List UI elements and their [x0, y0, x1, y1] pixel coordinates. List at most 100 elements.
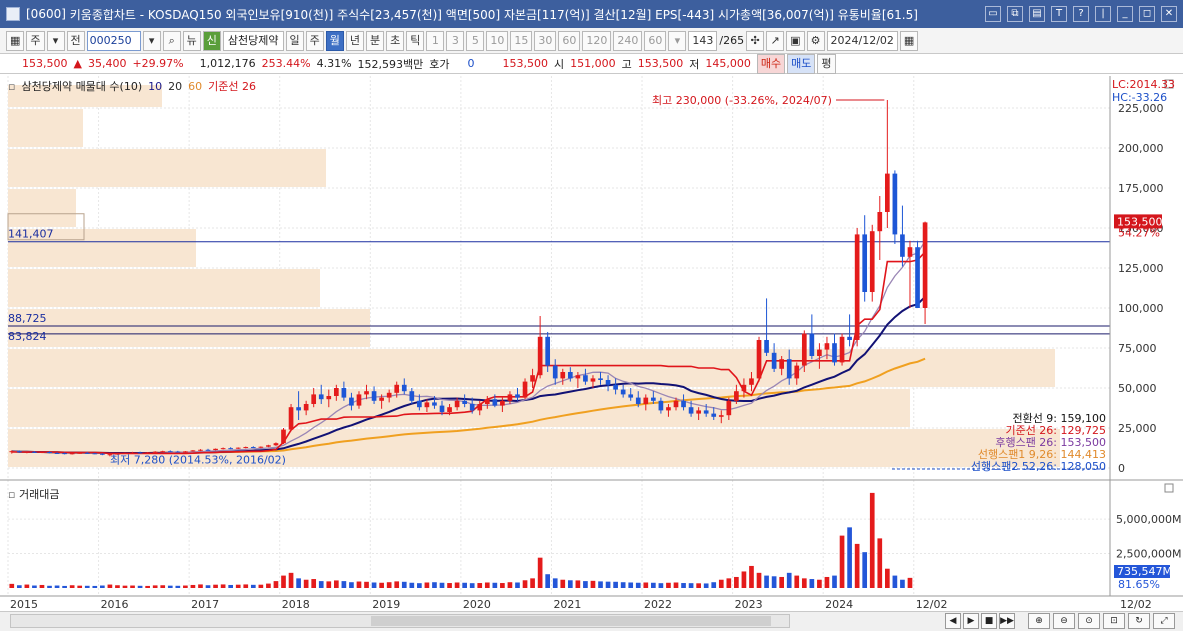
- news-button[interactable]: 뉴: [182, 30, 201, 51]
- minute-60[interactable]: 60: [558, 30, 581, 51]
- legend-ma10[interactable]: 10: [148, 80, 162, 93]
- zoom-out-icon[interactable]: ⊖: [1053, 613, 1075, 629]
- save-icon[interactable]: ▣: [786, 30, 805, 51]
- x-tick-label: 12/02: [916, 598, 948, 611]
- volume-bar: [349, 582, 354, 588]
- volume-bar: [658, 583, 664, 588]
- new-button[interactable]: 신: [202, 30, 221, 51]
- interval-year[interactable]: 년: [345, 30, 365, 51]
- stock-code-input[interactable]: 000250: [86, 30, 141, 51]
- volume-bar: [620, 582, 626, 588]
- candle-body: [386, 392, 392, 398]
- candle-body: [786, 359, 792, 379]
- volume-bar: [356, 581, 362, 588]
- x-tick-label: 12/02: [1120, 598, 1152, 611]
- y-tick-label: 100,000: [1118, 302, 1164, 315]
- fit-icon[interactable]: ⊡: [1103, 613, 1125, 629]
- search-icon[interactable]: ⌕: [162, 30, 181, 51]
- volume-bar: [205, 585, 211, 588]
- eval-button[interactable]: 평: [817, 53, 836, 74]
- candle-body: [567, 372, 573, 379]
- restore-icon[interactable]: ◻: [1139, 6, 1155, 22]
- line-tool-icon[interactable]: ↗: [766, 30, 785, 51]
- copy-window-icon[interactable]: ⧉: [1007, 6, 1023, 22]
- minute-5[interactable]: 5: [466, 30, 485, 51]
- minute-custom-input[interactable]: 60: [644, 30, 667, 51]
- period-dropdown-icon[interactable]: ▾: [46, 30, 65, 51]
- candle-body: [228, 448, 234, 450]
- settings-icon[interactable]: ▤: [1029, 6, 1045, 22]
- volume-bar: [779, 576, 785, 588]
- x-tick-label: 2019: [372, 598, 400, 611]
- scroll-left-icon[interactable]: ◀: [945, 613, 961, 629]
- candle-body: [288, 407, 294, 430]
- minute-30[interactable]: 30: [534, 30, 557, 51]
- candle-body: [922, 222, 928, 308]
- legend-marker-icon: ▫: [8, 79, 16, 93]
- minute-3[interactable]: 3: [446, 30, 465, 51]
- refresh-icon[interactable]: ↻: [1128, 613, 1150, 629]
- legend-ma20[interactable]: 20: [168, 80, 182, 93]
- y-tick-label: 75,000: [1118, 342, 1157, 355]
- calendar-icon[interactable]: ▦: [899, 30, 919, 51]
- minute-120[interactable]: 120: [582, 30, 612, 51]
- code-dropdown-icon[interactable]: ▾: [142, 30, 161, 51]
- volume-bar: [243, 584, 249, 588]
- candle-body: [92, 453, 98, 455]
- minute-dropdown-icon[interactable]: ▾: [668, 30, 687, 51]
- candle-body: [651, 397, 656, 401]
- scroll-thumb[interactable]: [371, 616, 771, 626]
- play-icon[interactable]: ▶: [963, 613, 979, 629]
- candle-body: [296, 407, 301, 411]
- help-icon[interactable]: ?: [1073, 6, 1089, 22]
- volume-bar: [175, 585, 181, 588]
- text-icon[interactable]: T: [1051, 6, 1067, 22]
- crosshair-icon[interactable]: ✣: [746, 30, 765, 51]
- legend-base-line[interactable]: 기준선 26: [208, 78, 256, 94]
- volume-bar: [341, 581, 347, 588]
- volume-bar: [145, 585, 150, 588]
- minimize-icon[interactable]: _: [1117, 6, 1133, 22]
- link-icon[interactable]: ▭: [985, 6, 1001, 22]
- candle-body: [771, 352, 777, 369]
- candle-body: [884, 173, 890, 212]
- interval-minute[interactable]: 분: [366, 30, 385, 51]
- minute-10[interactable]: 10: [486, 30, 509, 51]
- volume-bar: [198, 584, 203, 588]
- date-input[interactable]: 2024/12/02: [826, 30, 898, 51]
- expand-icon[interactable]: ⤢: [1153, 613, 1175, 629]
- legend-title[interactable]: 삼천당제약 매물대 수(10): [21, 78, 142, 94]
- candle-body: [69, 453, 75, 455]
- volume-bar: [281, 575, 286, 588]
- close-icon[interactable]: ✕: [1161, 6, 1177, 22]
- prev-button[interactable]: 전: [66, 30, 85, 51]
- minute-1[interactable]: 1: [426, 30, 445, 51]
- volume-bar: [809, 579, 815, 588]
- interval-week[interactable]: 주: [305, 30, 324, 51]
- volume-bar: [190, 584, 196, 588]
- candle-body: [379, 397, 384, 401]
- interval-day[interactable]: 일: [285, 30, 304, 51]
- x-tick-label: 2023: [735, 598, 763, 611]
- zoom-in-icon[interactable]: ⊕: [1028, 613, 1050, 629]
- interval-tick[interactable]: 틱: [406, 30, 425, 51]
- buy-button[interactable]: 매수: [756, 53, 786, 74]
- period-select[interactable]: 주: [26, 30, 45, 51]
- fast-forward-icon[interactable]: ▶▶: [999, 613, 1015, 629]
- gear-icon[interactable]: ⚙: [806, 30, 825, 51]
- sell-button[interactable]: 매도: [787, 53, 816, 74]
- minute-15[interactable]: 15: [510, 30, 533, 51]
- grid-icon[interactable]: ▦: [6, 30, 25, 51]
- candle-body: [220, 448, 226, 450]
- interval-month[interactable]: 월: [325, 30, 344, 51]
- minute-240[interactable]: 240: [613, 30, 643, 51]
- zoom-reset-icon[interactable]: ⊙: [1078, 613, 1100, 629]
- chart-scrollbar[interactable]: [10, 614, 790, 628]
- page-count-input[interactable]: 143: [688, 30, 718, 51]
- volume-bar: [469, 583, 475, 588]
- legend-ma60[interactable]: 60: [188, 80, 202, 93]
- price-chart[interactable]: 225,000200,000175,000150,000125,000100,0…: [0, 76, 1183, 631]
- volume-bar: [462, 582, 467, 588]
- stop-icon[interactable]: ■: [981, 613, 997, 629]
- interval-second[interactable]: 초: [386, 30, 405, 51]
